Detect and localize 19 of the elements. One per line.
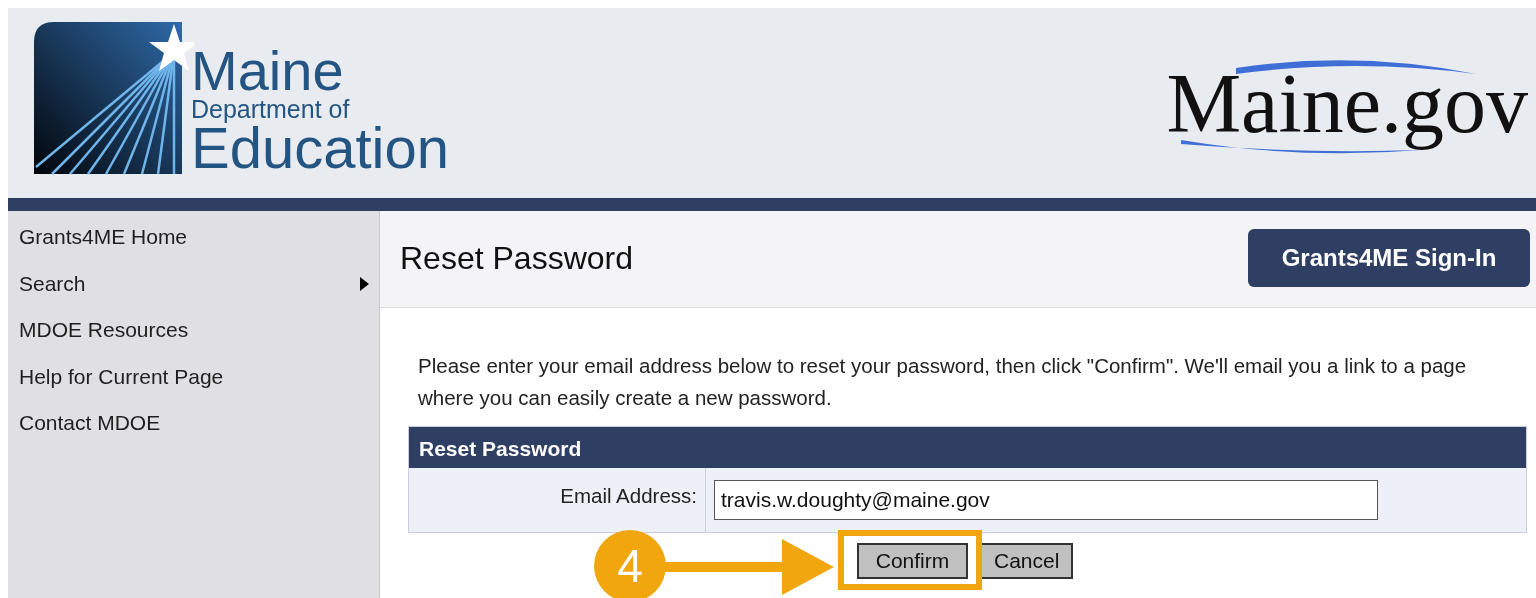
sidebar-item[interactable]: Contact MDOE — [8, 400, 379, 447]
page-title: Reset Password — [400, 239, 633, 277]
arrow-icon — [664, 539, 834, 595]
sidebar-item[interactable]: Grants4ME Home — [8, 214, 379, 261]
sidebar-item[interactable]: Help for Current Page — [8, 353, 379, 400]
site-logo: Maine.gov — [1166, 48, 1528, 158]
step-badge: 4 — [594, 530, 666, 598]
sidebar-item[interactable]: Search — [8, 260, 379, 307]
sidebar-item[interactable]: MDOE Resources — [8, 307, 379, 354]
instructions-text: Please enter your email address below to reset your password, then click "Confirm". We'll email you a link to a page where you can easily create a new password. — [418, 353, 1468, 411]
cancel-button[interactable]: Cancel — [980, 543, 1074, 579]
confirm-button[interactable]: Confirm — [857, 543, 968, 579]
form-heading: Reset Password — [409, 427, 1526, 468]
email-field[interactable]: travis.w.doughty@maine.gov — [714, 480, 1378, 520]
logo-text: Department of — [191, 95, 351, 122]
star-rays-logo-icon — [34, 21, 194, 177]
logo-text: Maine — [191, 45, 344, 96]
caret-icon — [360, 276, 369, 291]
sign-in-button[interactable]: Grants4ME Sign-In — [1248, 229, 1530, 287]
